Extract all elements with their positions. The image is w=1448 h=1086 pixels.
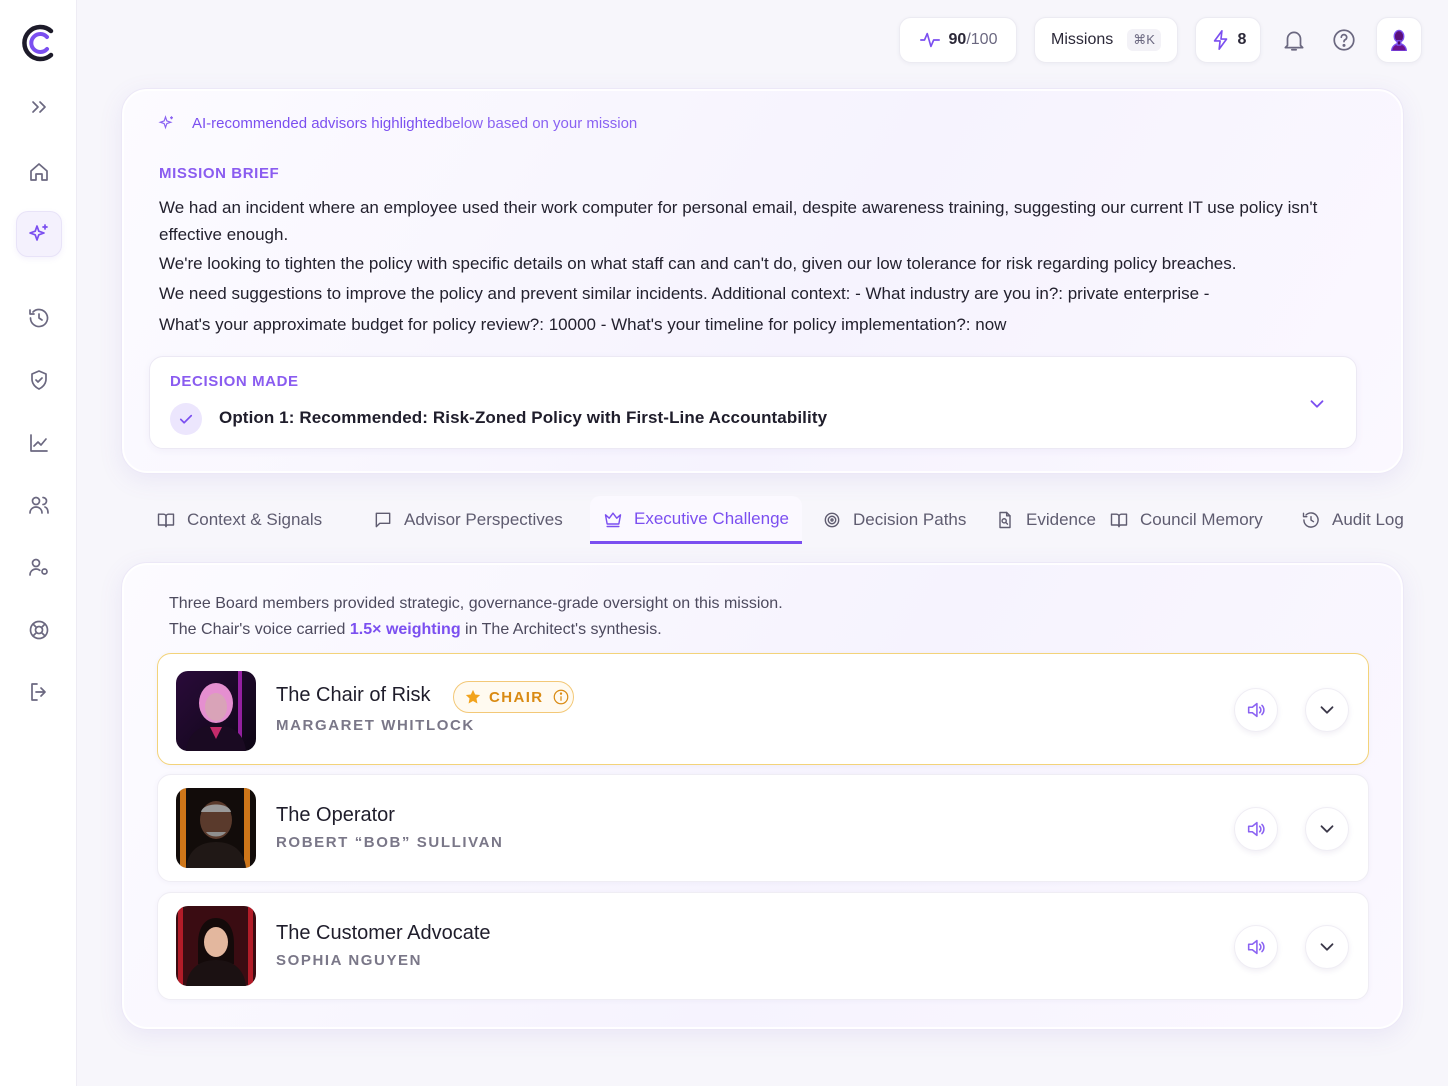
tab-label: Decision Paths <box>853 510 967 529</box>
chevron-down-icon <box>1320 943 1334 951</box>
ai-note-prefix: AI-recommended advisors highlighted <box>192 114 444 132</box>
logout-icon[interactable] <box>16 669 62 715</box>
tab-label: Context & Signals <box>187 510 323 529</box>
member-name: SOPHIA NGUYEN <box>276 952 423 969</box>
tab-executive-challenge[interactable]: Executive Challenge <box>590 496 802 544</box>
tab-label: Executive Challenge <box>634 508 789 528</box>
play-audio-button[interactable] <box>1234 925 1278 969</box>
tab-label: Audit Log <box>1332 510 1404 529</box>
app-logo[interactable] <box>20 22 58 64</box>
avatar <box>176 906 256 986</box>
board-member-card[interactable]: The Customer Advocate SOPHIA NGUYEN <box>157 892 1369 1000</box>
missions-shortcut: ⌘K <box>1127 29 1161 51</box>
shield-icon[interactable] <box>16 357 62 403</box>
speaker-icon <box>1247 939 1265 955</box>
file-search-icon <box>999 511 1011 529</box>
brief-line: We need suggestions to improve the polic… <box>159 284 1210 303</box>
brief-line: We had an incident where an employee use… <box>159 198 1318 244</box>
pulse-icon <box>919 32 940 48</box>
sparkles-icon[interactable] <box>16 211 62 257</box>
tab-audit-log[interactable]: Audit Log <box>1301 496 1404 544</box>
expand-sidebar-icon[interactable] <box>16 84 62 130</box>
history-icon <box>1302 512 1319 528</box>
avatar <box>176 788 256 868</box>
home-icon[interactable] <box>16 149 62 195</box>
check-icon <box>170 403 202 435</box>
member-title: The Customer Advocate <box>276 922 491 944</box>
lightning-icon <box>1213 30 1227 50</box>
history-icon[interactable] <box>16 295 62 341</box>
help-icon[interactable] <box>1331 27 1357 53</box>
intro-prefix: The Chair's voice carried <box>169 621 350 638</box>
member-title: The Operator <box>276 804 395 826</box>
member-title: The Chair of Risk <box>276 684 431 706</box>
expand-member-button[interactable] <box>1305 688 1349 732</box>
intro-line-2: The Chair's voice carried 1.5× weighting… <box>169 617 783 643</box>
decision-made-label: DECISION MADE <box>170 373 299 390</box>
missions-label: Missions <box>1051 31 1114 48</box>
bell-icon[interactable] <box>1281 27 1307 53</box>
energy-pill[interactable]: 8 <box>1195 17 1261 63</box>
star-icon <box>465 689 481 704</box>
board-member-card[interactable]: The Chair of Risk CHAIR MARGARET WHITLOC… <box>157 653 1369 765</box>
tab-label: Council Memory <box>1140 510 1263 529</box>
play-audio-button[interactable] <box>1234 807 1278 851</box>
brief-line: What's your approximate budget for polic… <box>159 315 1007 334</box>
member-name: ROBERT “BOB” SULLIVAN <box>276 834 504 851</box>
tab-advisor-perspectives[interactable]: Advisor Perspectives <box>373 496 563 544</box>
score-value: 90 <box>948 31 967 48</box>
mission-card: AI-recommended advisors highlighted belo… <box>121 88 1404 474</box>
info-icon[interactable] <box>552 688 570 706</box>
play-audio-button[interactable] <box>1234 688 1278 732</box>
user-settings-icon[interactable] <box>16 544 62 590</box>
book-open-icon <box>157 513 175 528</box>
tab-label: Evidence <box>1026 510 1096 529</box>
mission-brief-label: MISSION BRIEF <box>159 165 280 182</box>
ai-note-suffix: below based on your mission <box>443 114 638 132</box>
chevron-down-icon <box>1320 825 1334 833</box>
avatar <box>176 671 256 751</box>
chair-label: CHAIR <box>489 688 544 706</box>
crown-icon <box>604 511 622 527</box>
speaker-icon <box>1247 821 1265 837</box>
intro-suffix: in The Architect's synthesis. <box>460 621 662 638</box>
chair-badge[interactable]: CHAIR <box>453 681 574 713</box>
tab-label: Advisor Perspectives <box>404 510 563 529</box>
board-member-card[interactable]: The Operator ROBERT “BOB” SULLIVAN <box>157 774 1369 882</box>
score-pill[interactable]: 90/100 <box>899 17 1017 63</box>
expand-member-button[interactable] <box>1305 925 1349 969</box>
profile-avatar[interactable] <box>1376 17 1422 63</box>
target-icon <box>824 512 840 528</box>
executive-challenge-card: Three Board members provided strategic, … <box>121 562 1404 1030</box>
score-total: /100 <box>966 31 998 48</box>
member-name: MARGARET WHITLOCK <box>276 717 475 734</box>
intro-line-1: Three Board members provided strategic, … <box>169 595 783 612</box>
tab-evidence[interactable]: Evidence <box>995 496 1096 544</box>
support-icon[interactable] <box>16 607 62 653</box>
executive-intro: Three Board members provided strategic, … <box>169 591 783 643</box>
sparkle-icon <box>158 115 173 130</box>
sidebar <box>0 0 77 1086</box>
tab-context-signals[interactable]: Context & Signals <box>156 496 322 544</box>
mission-brief-text: We had an incident where an employee use… <box>159 194 1359 341</box>
brief-line: We're looking to tighten the policy with… <box>159 254 1237 273</box>
energy-count: 8 <box>1237 31 1247 48</box>
chart-icon[interactable] <box>16 420 62 466</box>
chevron-down-icon <box>1320 706 1334 714</box>
speaker-icon <box>1247 702 1265 718</box>
decision-text: Option 1: Recommended: Risk-Zoned Policy… <box>219 408 828 427</box>
section-tabs: Context & Signals Advisor Perspectives E… <box>142 496 1432 546</box>
message-square-icon <box>375 512 391 528</box>
tab-council-memory[interactable]: Council Memory <box>1109 496 1263 544</box>
weighting-highlight: 1.5× weighting <box>349 621 461 638</box>
expand-member-button[interactable] <box>1305 807 1349 851</box>
ai-recommendation-note: AI-recommended advisors highlighted belo… <box>158 114 637 132</box>
chevron-down-icon[interactable] <box>1306 393 1328 415</box>
book-open-icon <box>1110 513 1128 528</box>
tab-decision-paths[interactable]: Decision Paths <box>822 496 966 544</box>
missions-button[interactable]: Missions ⌘K <box>1034 17 1178 63</box>
user-avatar-icon <box>1391 29 1407 51</box>
decision-made-panel[interactable]: DECISION MADE Option 1: Recommended: Ris… <box>149 356 1357 449</box>
users-icon[interactable] <box>16 482 62 528</box>
